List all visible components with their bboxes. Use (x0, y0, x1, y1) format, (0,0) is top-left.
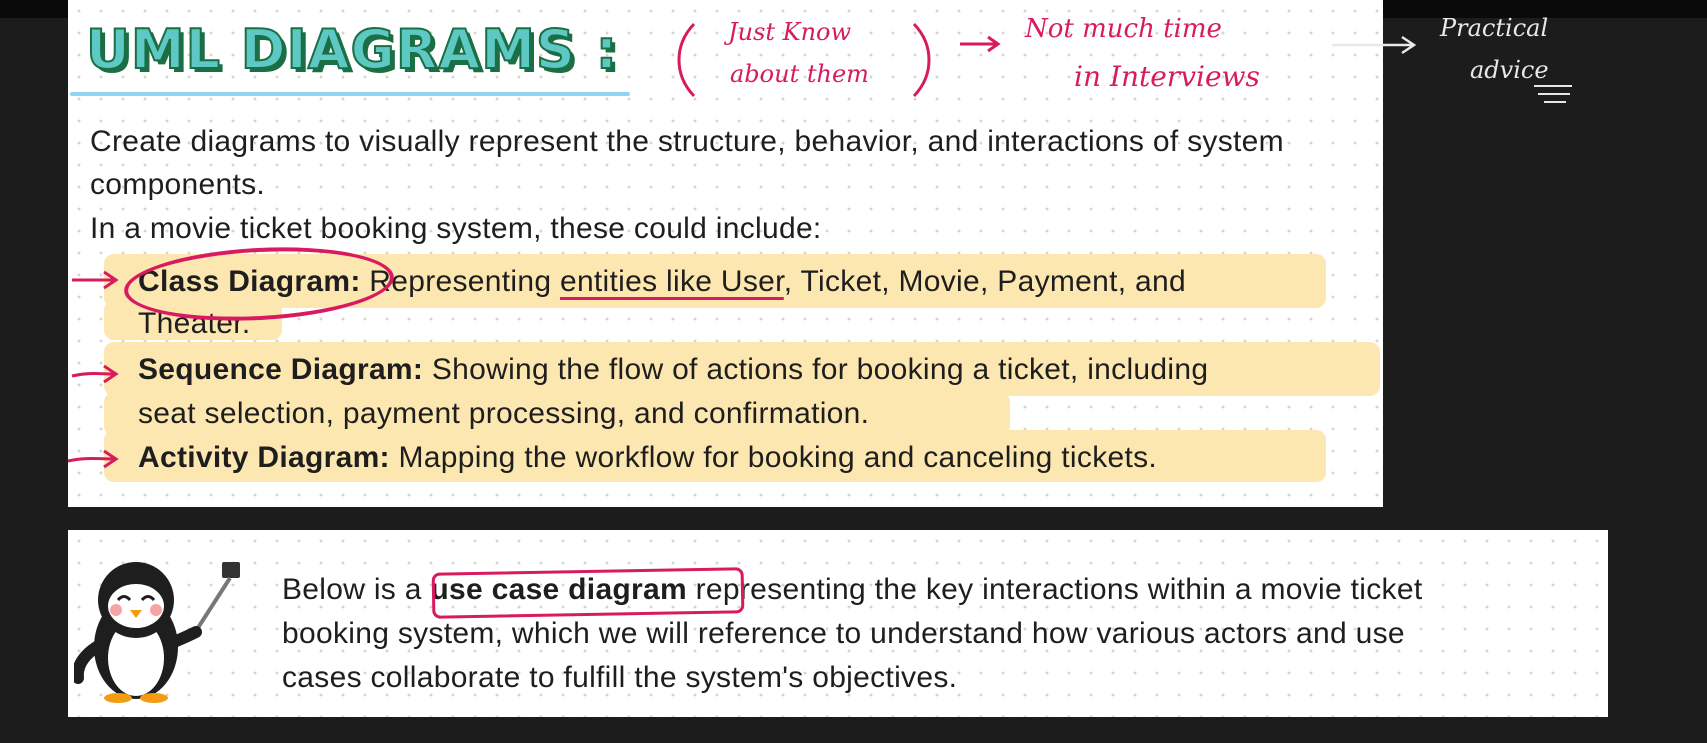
left-paren-icon (677, 22, 696, 98)
activity-diagram-term: Activity Diagram: (138, 441, 390, 474)
sequence-desc-a: Showing the flow of actions for booking … (423, 353, 1209, 386)
just-know-note-1: Just Know (728, 18, 852, 46)
lead-text: In a movie ticket booking system, these … (90, 212, 822, 245)
just-know-note-2: about them (730, 60, 869, 88)
note-line-3: cases collaborate to fulfill the system'… (282, 661, 958, 694)
box-annotation (431, 567, 745, 619)
interviews-note: in Interviews (1074, 60, 1260, 93)
sequence-desc-continued: seat selection, payment processing, and … (138, 397, 870, 430)
arrow-right-icon (1332, 35, 1417, 55)
class-desc-b: , Ticket, Movie, Payment, and (783, 265, 1186, 298)
right-paren-icon (912, 22, 931, 98)
sequence-diagram-term: Sequence Diagram: (138, 353, 424, 386)
activity-desc: Mapping the workflow for booking and can… (389, 441, 1158, 474)
class-desc-underlined: entities like User (559, 265, 784, 298)
list-item-activity: Activity Diagram: Mapping the workflow f… (138, 436, 1157, 479)
arrow-right-icon (960, 35, 1001, 53)
title-underline (70, 92, 630, 96)
bullet-arrow-icon (72, 270, 119, 290)
intro-text: Create diagrams to visually represent th… (90, 125, 1284, 201)
bullet-arrow-icon (67, 449, 119, 469)
practical-note: Practical (1440, 14, 1549, 42)
note-part1: Below is a (282, 573, 431, 606)
penguin-mascot-icon (74, 562, 240, 703)
not-much-time-note: Not much time (1025, 14, 1222, 44)
list-item-sequence: Sequence Diagram: Showing the flow of ac… (138, 348, 1208, 391)
note-part2: representing the key interactions within… (686, 573, 1423, 606)
note-line-2: booking system, which we will reference … (282, 617, 1405, 650)
emphasis-underline-icon (1534, 85, 1572, 103)
bullet-arrow-icon (71, 364, 119, 384)
page-title: UML DIAGRAMS : (85, 17, 619, 82)
